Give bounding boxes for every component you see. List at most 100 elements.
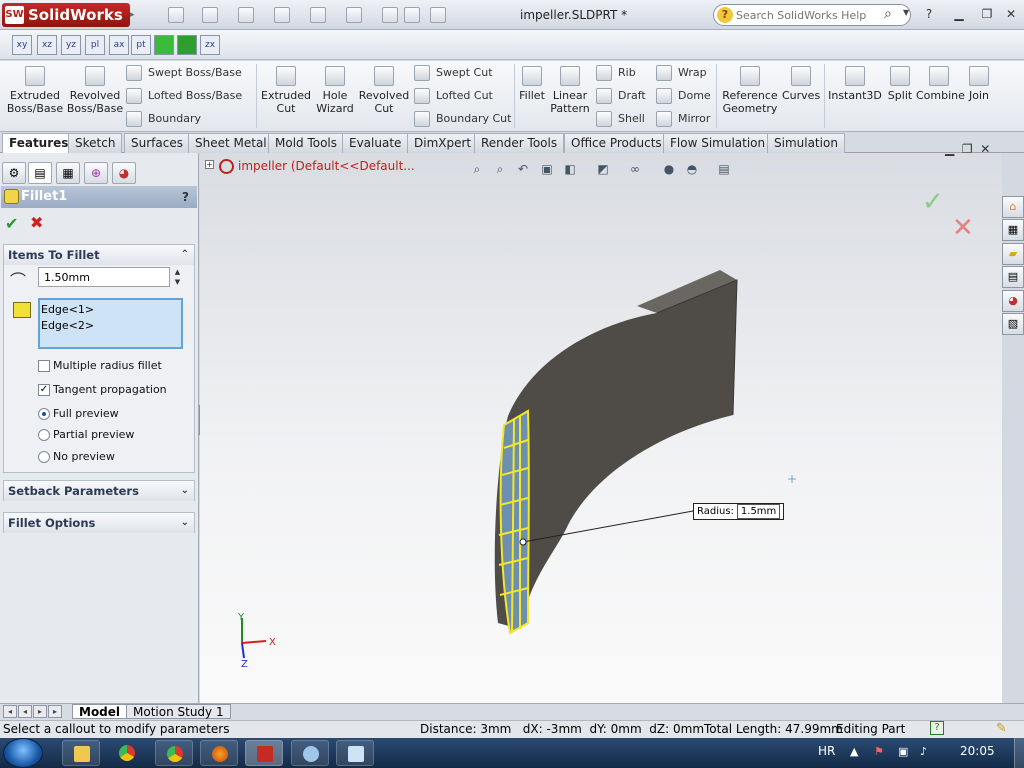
setback-parameters-section[interactable]: Setback Parameters ⌄ xyxy=(3,480,195,501)
file-explorer-icon[interactable]: ▰ xyxy=(1002,243,1024,265)
appearance-icon[interactable]: ◕ xyxy=(112,162,136,184)
next-tab-arrow-icon[interactable]: ▸ xyxy=(33,705,47,718)
tab-features[interactable]: Features xyxy=(2,133,76,153)
multiple-radius-checkbox[interactable] xyxy=(38,360,50,372)
tangent-propagation-checkbox[interactable]: ✓ xyxy=(38,384,50,396)
configuration-icon[interactable]: ▦ xyxy=(56,162,80,184)
save-icon[interactable] xyxy=(238,7,254,23)
coordinate-icon[interactable]: zx xyxy=(200,35,220,55)
viewport-close-button[interactable]: ✕ xyxy=(980,142,990,156)
fillet-options-section[interactable]: Fillet Options ⌄ xyxy=(3,512,195,533)
help-icon[interactable]: ? xyxy=(920,6,938,22)
window-taskbar-button[interactable] xyxy=(336,740,374,766)
tab-dimxpert[interactable]: DimXpert xyxy=(407,133,479,153)
lofted-cut-button[interactable]: Lofted Cut xyxy=(414,87,514,105)
minimize-button[interactable]: ▁ xyxy=(950,6,968,22)
file-properties-icon[interactable] xyxy=(404,7,420,23)
no-preview-radio[interactable] xyxy=(38,451,50,463)
mirror-button[interactable]: Mirror xyxy=(656,110,714,128)
show-desktop-button[interactable] xyxy=(1014,738,1024,768)
view-settings-icon[interactable]: ▤ xyxy=(715,160,733,178)
radius-spinner[interactable]: ▲ ▼ xyxy=(172,267,183,287)
radius-callout[interactable]: Radius: 1.5mm xyxy=(693,503,785,520)
swept-boss-button[interactable]: Swept Boss/Base xyxy=(126,64,254,82)
pencil-icon[interactable]: ✎ xyxy=(996,721,1007,736)
close-button[interactable]: ✕ xyxy=(1002,6,1020,22)
new-document-icon[interactable] xyxy=(168,7,184,23)
dimxpert-icon[interactable]: ⊕ xyxy=(84,162,108,184)
prev-tab-arrow-icon[interactable]: ◂ xyxy=(18,705,32,718)
custom-properties-icon[interactable]: ▧ xyxy=(1002,313,1024,335)
tab-surfaces[interactable]: Surfaces xyxy=(124,133,190,153)
viewport-restore-button[interactable]: ❐ xyxy=(962,142,973,156)
status-help-icon[interactable]: ? xyxy=(930,721,944,735)
viewport-minimize-button[interactable]: ▁ xyxy=(945,142,954,156)
xz-plane-icon[interactable]: xz xyxy=(37,35,57,55)
xy-plane-icon[interactable]: xy xyxy=(12,35,32,55)
solidworks-logo[interactable]: SW SolidWorks xyxy=(2,3,130,27)
split-button[interactable]: Split xyxy=(886,66,914,102)
tray-expand-icon[interactable]: ▲ xyxy=(850,745,864,759)
feature-tree-icon[interactable]: ⚙ xyxy=(2,162,26,184)
chevron-down-icon[interactable]: ▼ xyxy=(903,8,909,17)
cube-green-icon[interactable] xyxy=(154,35,174,55)
instant3d-button[interactable]: Instant3D xyxy=(828,66,882,102)
radius-input[interactable] xyxy=(38,267,170,287)
help-search-box[interactable]: ? ⌕ ▼ xyxy=(713,4,911,26)
boundary-cut-button[interactable]: Boundary Cut xyxy=(414,110,514,128)
tab-motion-study[interactable]: Motion Study 1 xyxy=(126,704,231,719)
zoom-to-fit-icon[interactable]: ⌕ xyxy=(468,160,486,178)
search-icon[interactable]: ⌕ xyxy=(884,6,892,22)
tab-mold-tools[interactable]: Mold Tools xyxy=(268,133,345,153)
callout-anchor[interactable] xyxy=(519,538,527,546)
firefox-taskbar-button[interactable] xyxy=(200,740,238,766)
rebuild-icon[interactable] xyxy=(382,7,398,23)
chrome-window-button[interactable] xyxy=(155,740,193,766)
select-icon[interactable] xyxy=(346,7,362,23)
shell-button[interactable]: Shell xyxy=(596,110,654,128)
edge-selection-list[interactable]: Edge<1> Edge<2> xyxy=(38,298,183,349)
confirm-ok-icon[interactable]: ✓ xyxy=(922,187,944,217)
hide-show-icon[interactable]: ∞ xyxy=(626,160,644,178)
menu-expand-icon[interactable]: ▸ xyxy=(130,3,138,27)
point-icon[interactable]: pt xyxy=(131,35,151,55)
section-view-icon[interactable]: ▣ xyxy=(538,160,556,178)
cancel-x-button[interactable]: ✖ xyxy=(30,213,43,232)
view-orientation-icon[interactable]: ◧ xyxy=(561,160,579,178)
draft-button[interactable]: Draft xyxy=(596,87,654,105)
view-palette-icon[interactable]: ▤ xyxy=(1002,266,1024,288)
scene-icon[interactable]: ◓ xyxy=(683,160,701,178)
join-button[interactable]: Join xyxy=(964,66,994,102)
zoom-area-icon[interactable]: ⌕ xyxy=(491,160,509,178)
extruded-cut-button[interactable]: Extruded Cut xyxy=(260,66,312,115)
yz-plane-icon[interactable]: yz xyxy=(61,35,81,55)
plane-icon[interactable]: pl xyxy=(85,35,105,55)
explorer-taskbar-button[interactable] xyxy=(62,740,100,766)
reference-geometry-button[interactable]: Reference Geometry xyxy=(722,66,778,115)
items-to-fillet-header[interactable]: Items To Fillet ⌃ xyxy=(4,245,194,265)
ok-check-button[interactable]: ✔ xyxy=(5,214,18,233)
curves-button[interactable]: Curves xyxy=(782,66,820,102)
list-item[interactable]: Edge<1> xyxy=(41,302,180,318)
options-icon[interactable] xyxy=(430,7,446,23)
tab-model[interactable]: Model xyxy=(72,704,128,719)
help-question-icon[interactable]: ? xyxy=(182,186,189,208)
open-icon[interactable] xyxy=(202,7,218,23)
tab-evaluate[interactable]: Evaluate xyxy=(342,133,409,153)
revolved-cut-button[interactable]: Revolved Cut xyxy=(358,66,410,115)
first-tab-arrow-icon[interactable]: ◂ xyxy=(3,705,17,718)
rib-button[interactable]: Rib xyxy=(596,64,654,82)
property-manager-icon[interactable]: ▤ xyxy=(28,162,52,184)
collapse-up-icon[interactable]: ⌃ xyxy=(181,245,189,265)
linear-pattern-button[interactable]: Linear Pattern xyxy=(548,66,592,115)
restore-button[interactable]: ❐ xyxy=(978,6,996,22)
full-preview-radio[interactable] xyxy=(38,408,50,420)
home-icon[interactable]: ⌂ xyxy=(1002,196,1024,218)
language-indicator[interactable]: HR xyxy=(818,744,835,758)
undo-icon[interactable] xyxy=(310,7,326,23)
expand-down-icon[interactable]: ⌄ xyxy=(181,481,189,501)
tab-sketch[interactable]: Sketch xyxy=(68,133,123,153)
assembly-icon[interactable] xyxy=(177,35,197,55)
expand-plus-icon[interactable]: + xyxy=(205,160,214,169)
appearances-icon[interactable]: ◕ xyxy=(1002,290,1024,312)
